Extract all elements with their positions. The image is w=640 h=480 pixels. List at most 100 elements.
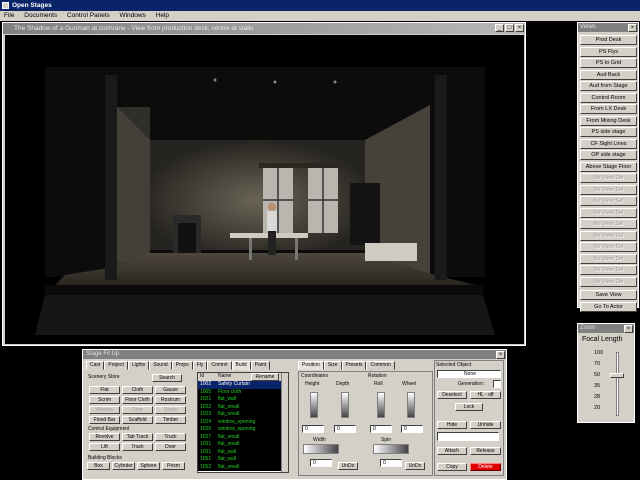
table-row[interactable]: 1051 flat_wall: [198, 456, 288, 464]
tab-sound[interactable]: Sound: [149, 361, 172, 370]
view-button[interactable]: Prod Desk: [580, 35, 637, 45]
control-door-button[interactable]: Door: [155, 443, 186, 451]
hl-off-button[interactable]: HL - off: [470, 391, 501, 399]
scenery-scrim-button[interactable]: Scrim: [89, 396, 120, 404]
close-button[interactable]: ×: [496, 351, 505, 359]
attach-button[interactable]: Attach: [437, 447, 467, 455]
depth-slider[interactable]: [341, 392, 349, 418]
close-button[interactable]: ×: [515, 24, 524, 32]
menu-documents[interactable]: Documents: [24, 12, 57, 19]
height-slider[interactable]: [310, 392, 318, 418]
tab-control[interactable]: Control: [207, 361, 232, 370]
lock-button[interactable]: Lock: [455, 403, 483, 411]
menu-help[interactable]: Help: [156, 12, 169, 19]
block-sphere-button[interactable]: Sphere: [137, 462, 160, 470]
minimize-button[interactable]: _: [495, 24, 504, 32]
scenery-floor-cloth-button[interactable]: Floor Cloth: [122, 396, 153, 404]
table-row[interactable]: 1031 flat_wall: [198, 448, 288, 456]
undo-button[interactable]: UnDo: [338, 462, 358, 470]
table-scrollbar[interactable]: [281, 373, 288, 472]
scenery-timber-button[interactable]: Timber: [155, 416, 186, 424]
view-button[interactable]: Control Room: [580, 92, 637, 103]
height-value[interactable]: 0: [302, 425, 324, 433]
tab-size[interactable]: Size: [323, 361, 342, 370]
stage-viewport[interactable]: [5, 35, 524, 344]
tab-fly[interactable]: Fly: [192, 361, 208, 370]
attach-target-select[interactable]: [437, 432, 499, 441]
roll-slider[interactable]: [377, 392, 385, 418]
block-box-button[interactable]: Box: [87, 462, 110, 470]
view-button[interactable]: PS Flys: [580, 46, 637, 57]
search-button[interactable]: Search: [152, 374, 182, 382]
focal-length-slider[interactable]: [610, 373, 624, 378]
wheel-value[interactable]: 0: [401, 425, 423, 433]
scenery-cloth-button[interactable]: Cloth: [122, 386, 153, 394]
tab-position[interactable]: Position: [298, 361, 324, 370]
view-button[interactable]: Go To Actor: [580, 301, 637, 312]
control-truck-button[interactable]: Truck: [155, 433, 186, 441]
deselect-button[interactable]: Deselect: [437, 391, 467, 399]
tab-lights[interactable]: Lights: [127, 361, 150, 370]
view-button[interactable]: From Mixing Desk: [580, 115, 637, 126]
view-button[interactable]: Aud Back: [580, 69, 637, 80]
view-button[interactable]: PS to Grid: [580, 58, 637, 68]
maximize-button[interactable]: □: [505, 24, 514, 32]
view-button[interactable]: Above Stage Floor: [580, 161, 637, 172]
table-row[interactable]: 1002 Safety Curtain: [198, 381, 288, 389]
wheel-slider[interactable]: [407, 392, 415, 418]
menu-windows[interactable]: Windows: [119, 12, 145, 19]
release-button[interactable]: Release: [470, 447, 501, 455]
spin-value[interactable]: 0: [380, 459, 402, 467]
focal-tick-label: 100: [594, 350, 604, 356]
scenery-gauze-button[interactable]: Gauze: [155, 386, 186, 394]
tab-presets[interactable]: Presets: [341, 361, 367, 370]
width-value[interactable]: 0: [310, 459, 332, 467]
table-row[interactable]: 1031 flat_small: [198, 441, 288, 449]
control-revolve-button[interactable]: Revolve: [89, 433, 120, 441]
view-button[interactable]: CF Sight Lines: [580, 138, 637, 149]
table-row[interactable]: 1021 flat_wall: [198, 396, 288, 404]
view-button[interactable]: PS side stage: [580, 127, 637, 137]
depth-value[interactable]: 0: [334, 425, 356, 433]
scenery-rostrum-button[interactable]: Rostrum: [155, 396, 186, 404]
unhide-button[interactable]: Unhide: [470, 421, 501, 429]
view-button[interactable]: Save View: [580, 290, 637, 300]
tab-cast[interactable]: Cast: [86, 361, 105, 370]
block-cylinder-button[interactable]: Cylinder: [112, 462, 135, 470]
spin-undo-button[interactable]: UnDo: [405, 462, 425, 470]
control-track-button[interactable]: Track: [122, 443, 153, 451]
hide-button[interactable]: Hide: [437, 421, 467, 429]
scenery-flat-button[interactable]: Flat: [89, 386, 120, 394]
close-button[interactable]: ×: [628, 24, 637, 32]
table-row[interactable]: 1023 flat_small: [198, 411, 288, 419]
tab-common[interactable]: Common: [366, 361, 395, 370]
width-slider[interactable]: [303, 444, 339, 454]
view-button[interactable]: Aud from Stage: [580, 81, 637, 91]
block-prism-button[interactable]: Prism: [162, 462, 185, 470]
menu-control-panels[interactable]: Control Panels: [67, 12, 110, 19]
table-row[interactable]: 1027 flat_small: [198, 433, 288, 441]
view-button[interactable]: From LX Desk: [580, 104, 637, 114]
focal-length-track[interactable]: [616, 352, 619, 416]
delete-button[interactable]: Delete: [470, 463, 501, 471]
copy-button[interactable]: Copy: [437, 463, 467, 471]
scenery-scaffold-button[interactable]: Scaffold: [122, 416, 153, 424]
table-row[interactable]: 1024 window_opening: [198, 418, 288, 426]
tab-build[interactable]: Build: [231, 361, 251, 370]
table-row[interactable]: 1025 window_opening: [198, 426, 288, 434]
view-button[interactable]: OP side stage: [580, 150, 637, 160]
close-button[interactable]: ×: [624, 325, 633, 333]
table-row[interactable]: 1005 Floor cloth: [198, 388, 288, 396]
table-row[interactable]: 1022 flat_small: [198, 403, 288, 411]
control-tab-track-button[interactable]: Tab Track: [122, 433, 153, 441]
menu-file[interactable]: File: [4, 12, 14, 19]
control-lift-button[interactable]: Lift: [89, 443, 120, 451]
spin-slider[interactable]: [373, 444, 409, 454]
roll-value[interactable]: 0: [370, 425, 392, 433]
tab-paint[interactable]: Paint: [250, 361, 271, 370]
tab-props[interactable]: Props: [171, 361, 193, 370]
tab-project[interactable]: Project: [104, 361, 128, 370]
scenery-flood-bar-button[interactable]: Flood Bar: [89, 416, 120, 424]
table-row[interactable]: 1052 flat_small: [198, 463, 288, 471]
rename-button[interactable]: Rename: [251, 373, 279, 381]
